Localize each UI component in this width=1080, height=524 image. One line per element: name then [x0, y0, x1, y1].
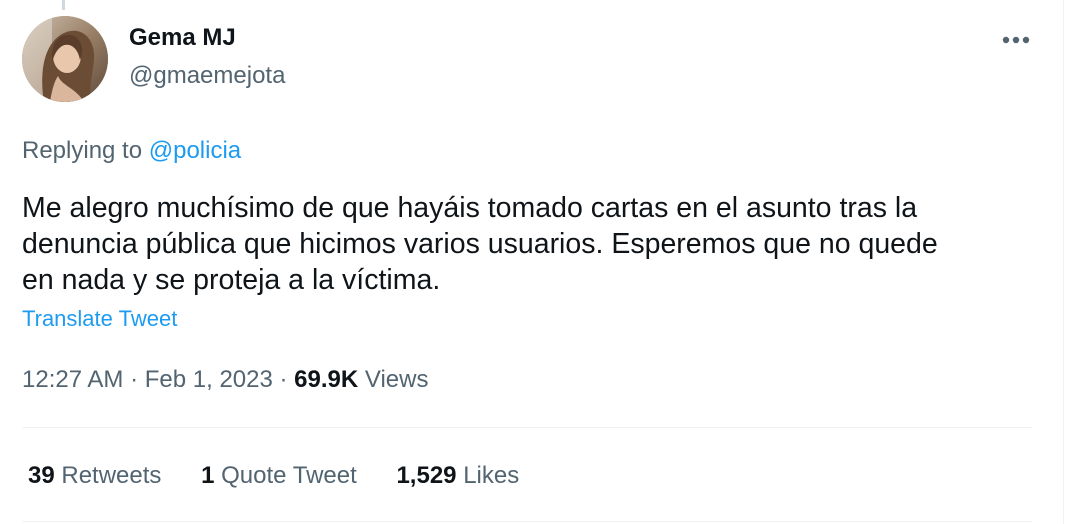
engagement-stats: 39 Retweets 1 Quote Tweet 1,529 Likes — [28, 462, 552, 490]
tweet-text: Me alegro muchísimo de que hayáis tomado… — [22, 192, 938, 296]
author-handle[interactable]: @gmaemejota — [129, 62, 285, 90]
tweet-date[interactable]: Feb 1, 2023 — [145, 366, 273, 393]
divider — [22, 427, 1032, 428]
thread-line — [62, 0, 65, 10]
quote-tweets-count: 1 — [201, 462, 215, 489]
reply-context: Replying to @policia — [22, 137, 241, 165]
quote-tweets-stat[interactable]: 1 Quote Tweet — [201, 462, 357, 490]
tweet-metadata: 12:27 AM · Feb 1, 2023 · 69.9K Views — [22, 366, 428, 394]
views-label: Views — [364, 366, 429, 393]
reply-mention-link[interactable]: @policia — [149, 137, 241, 164]
retweets-count: 39 — [28, 462, 55, 489]
retweets-label: Retweets — [61, 462, 162, 489]
reply-prefix: Replying to — [22, 137, 149, 164]
divider — [22, 521, 1032, 522]
views-count: 69.9K — [294, 366, 359, 393]
quote-tweets-label: Quote Tweet — [221, 462, 357, 489]
likes-count: 1,529 — [396, 462, 457, 489]
meta-separator: · — [123, 366, 145, 393]
more-horizontal-icon — [1002, 36, 1030, 44]
avatar-photo — [22, 16, 108, 102]
tweet-card: Gema MJ @gmaemejota Replying to @policia… — [0, 0, 1080, 524]
tweet-time[interactable]: 12:27 AM — [22, 366, 123, 393]
more-options-button[interactable] — [996, 24, 1036, 56]
avatar[interactable] — [22, 16, 108, 102]
translate-tweet-link[interactable]: Translate Tweet — [22, 306, 177, 332]
likes-stat[interactable]: 1,529 Likes — [396, 462, 519, 490]
column-border — [1063, 0, 1064, 524]
likes-label: Likes — [463, 462, 520, 489]
author-name[interactable]: Gema MJ — [129, 24, 236, 52]
retweets-stat[interactable]: 39 Retweets — [28, 462, 161, 490]
meta-separator: · — [272, 366, 295, 393]
